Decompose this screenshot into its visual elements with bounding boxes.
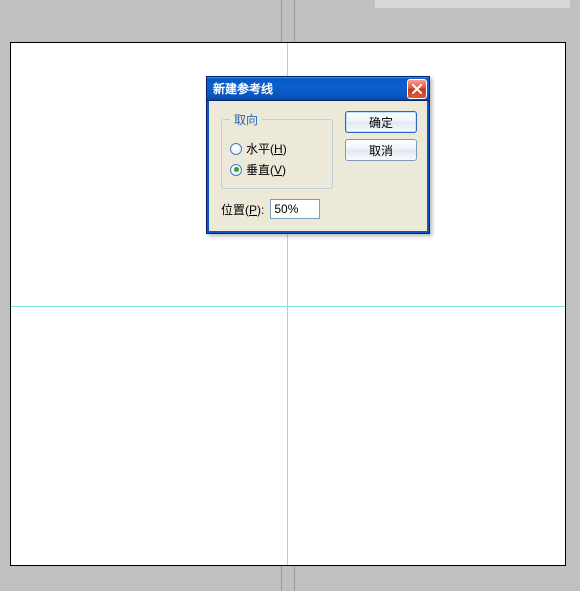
- radio-horizontal-dot: [230, 143, 242, 155]
- orientation-legend: 取向: [230, 111, 262, 128]
- new-guide-dialog: 新建参考线 取向 水平(H) 垂直(V) 位置(P):: [206, 76, 430, 234]
- cancel-button[interactable]: 取消: [345, 139, 417, 161]
- ok-button[interactable]: 确定: [345, 111, 417, 133]
- radio-vertical-label: 垂直(V): [246, 161, 286, 178]
- top-panel-strip: [375, 0, 570, 8]
- dialog-title: 新建参考线: [213, 80, 407, 97]
- dialog-body: 取向 水平(H) 垂直(V) 位置(P): 确定 取消: [207, 101, 429, 233]
- radio-vertical[interactable]: 垂直(V): [230, 161, 324, 178]
- dialog-right-column: 确定 取消: [345, 111, 417, 219]
- close-icon: [412, 84, 422, 94]
- close-button[interactable]: [407, 79, 427, 99]
- dialog-titlebar[interactable]: 新建参考线: [207, 77, 429, 101]
- radio-horizontal-label: 水平(H): [246, 140, 287, 157]
- position-input[interactable]: [270, 199, 320, 219]
- position-row: 位置(P):: [221, 199, 333, 219]
- dialog-left-column: 取向 水平(H) 垂直(V) 位置(P):: [221, 111, 333, 219]
- guide-line-horizontal[interactable]: [11, 306, 565, 307]
- orientation-group: 取向 水平(H) 垂直(V): [221, 111, 333, 189]
- radio-horizontal[interactable]: 水平(H): [230, 140, 324, 157]
- position-label: 位置(P):: [221, 201, 264, 218]
- radio-vertical-dot: [230, 164, 242, 176]
